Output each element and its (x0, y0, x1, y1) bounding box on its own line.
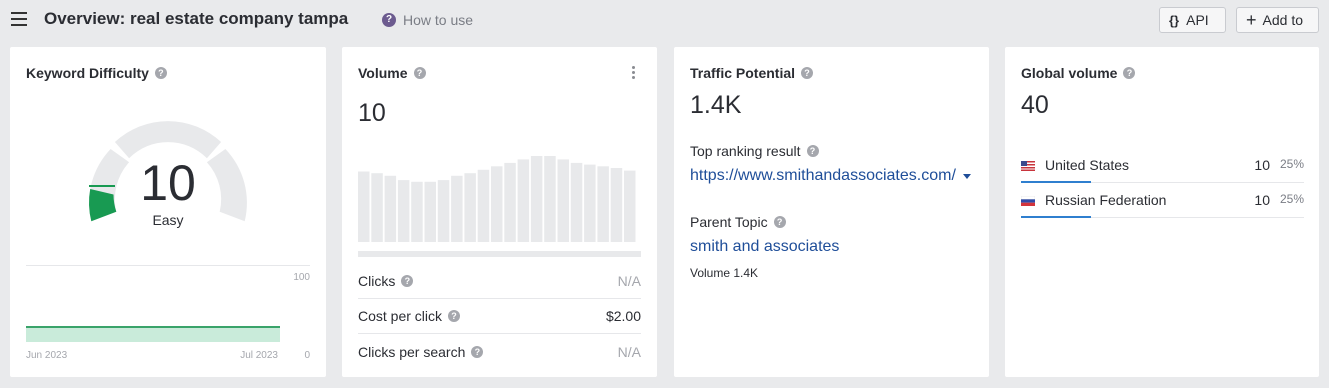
ru-flag-icon (1021, 196, 1035, 206)
volume-bar[interactable] (597, 166, 609, 242)
add-to-button[interactable]: + Add to (1236, 7, 1319, 33)
kd-axis-top: 100 (293, 272, 310, 283)
kd-history-area (26, 326, 280, 342)
volume-bar[interactable] (544, 156, 556, 242)
help-icon[interactable]: ? (806, 145, 819, 157)
volume-baseline (358, 251, 641, 257)
metric-value: N/A (617, 343, 641, 360)
volume-bar[interactable] (411, 181, 423, 242)
gauge-segment-2 (114, 121, 222, 159)
metric-row-clicks-per-search: Clicks per search ? N/A (358, 334, 641, 369)
top-ranking-text: Top ranking result (690, 143, 801, 159)
volume-bar[interactable] (477, 169, 490, 242)
more-options-icon[interactable] (632, 66, 635, 81)
help-icon[interactable]: ? (154, 67, 167, 79)
volume-bar[interactable] (371, 173, 383, 242)
volume-bar[interactable] (358, 171, 370, 243)
country-share: 25% (1279, 192, 1304, 206)
global-value: 40 (1021, 91, 1049, 119)
us-flag-icon (1021, 161, 1035, 171)
help-icon[interactable]: ? (773, 216, 786, 228)
volume-bar[interactable] (451, 175, 463, 242)
metric-value: $2.00 (605, 308, 641, 324)
kd-value: 10 (140, 155, 196, 211)
parent-topic-link[interactable]: smith and associates (690, 238, 839, 256)
question-icon: ? (382, 13, 396, 27)
page-title: Overview: real estate company tampa (44, 9, 349, 28)
top-bar: Overview: real estate company tampa ? Ho… (0, 0, 1329, 40)
country-row[interactable]: Russian Federation 10 25% (1021, 183, 1304, 218)
add-to-label: Add to (1262, 12, 1303, 28)
help-icon[interactable]: ? (413, 67, 426, 79)
country-row[interactable]: United States 10 25% (1021, 148, 1304, 183)
volume-trend-chart (358, 156, 641, 257)
kd-date-end: Jul 2023 (240, 350, 278, 361)
global-volume-card: Global volume ? 40 United States 10 25% … (1005, 47, 1319, 377)
keyword-difficulty-card: Keyword Difficulty ? 10 Easy 100 Jun 202… (10, 47, 326, 377)
parent-topic-volume: Volume 1.4K (690, 266, 759, 280)
country-share: 25% (1279, 157, 1304, 171)
top-ranking-url: https://www.smithandassociates.com/ (690, 167, 956, 184)
parent-topic-text: Parent Topic (690, 214, 768, 230)
card-title: Traffic Potential ? (690, 65, 814, 81)
api-label: API (1186, 12, 1209, 28)
hamburger-menu-icon[interactable] (11, 12, 27, 26)
volume-bar[interactable] (437, 180, 450, 242)
how-to-use-link[interactable]: ? How to use (382, 12, 473, 28)
country-name: United States (1045, 157, 1130, 173)
kd-title: Keyword Difficulty (26, 65, 149, 81)
traffic-potential-card: Traffic Potential ? 1.4K Top ranking res… (674, 47, 989, 377)
volume-bar[interactable] (570, 162, 583, 242)
card-title: Volume ? (358, 65, 426, 81)
volume-bar[interactable] (610, 168, 623, 242)
volume-bar[interactable] (517, 159, 530, 242)
volume-bar[interactable] (504, 162, 516, 242)
kd-date-start: Jun 2023 (26, 350, 68, 361)
volume-bar[interactable] (584, 164, 596, 242)
metric-label: Cost per click (358, 308, 443, 324)
top-ranking-label: Top ranking result ? (690, 143, 819, 159)
card-title: Global volume ? (1021, 65, 1136, 81)
volume-bar[interactable] (557, 159, 570, 242)
volume-bar[interactable] (624, 170, 636, 242)
volume-card: Volume ? 10 Clicks ? N/A Cost per click … (342, 47, 657, 377)
metric-label: Clicks (358, 273, 396, 289)
card-title: Keyword Difficulty ? (26, 65, 167, 81)
volume-bar[interactable] (384, 175, 397, 242)
how-to-use-label: How to use (403, 12, 474, 28)
api-button[interactable]: {} API (1159, 7, 1226, 33)
volume-bar[interactable] (424, 181, 437, 242)
country-volume: 10 (1254, 157, 1270, 173)
help-icon[interactable]: ? (801, 67, 814, 79)
help-icon[interactable]: ? (448, 310, 461, 322)
volume-value: 10 (358, 99, 386, 127)
braces-icon: {} (1169, 12, 1180, 28)
parent-topic-label: Parent Topic ? (690, 214, 786, 230)
volume-bar[interactable] (530, 156, 543, 242)
metric-row-cpc: Cost per click ? $2.00 (358, 299, 641, 334)
help-icon[interactable]: ? (401, 275, 414, 287)
volume-bar[interactable] (397, 180, 410, 242)
help-icon[interactable]: ? (1123, 67, 1136, 79)
kd-chart-gridline (26, 265, 310, 266)
metric-row-clicks: Clicks ? N/A (358, 264, 641, 299)
traffic-title: Traffic Potential (690, 65, 796, 81)
volume-bar[interactable] (464, 173, 476, 242)
volume-bar[interactable] (491, 166, 503, 242)
top-ranking-url-link[interactable]: https://www.smithandassociates.com/ (690, 167, 971, 185)
country-share-bar (1021, 216, 1091, 218)
kd-label: Easy (152, 212, 184, 228)
chevron-down-icon[interactable] (962, 173, 971, 179)
global-title: Global volume (1021, 65, 1118, 81)
country-name: Russian Federation (1045, 192, 1167, 208)
traffic-value: 1.4K (690, 91, 742, 119)
help-icon[interactable]: ? (471, 345, 484, 358)
plus-icon: + (1246, 9, 1257, 30)
volume-title: Volume (358, 65, 408, 81)
metric-value: N/A (617, 273, 641, 289)
kd-axis-bottom: 0 (304, 350, 310, 361)
country-volume: 10 (1254, 192, 1270, 208)
metric-label: Clicks per search (358, 343, 466, 360)
